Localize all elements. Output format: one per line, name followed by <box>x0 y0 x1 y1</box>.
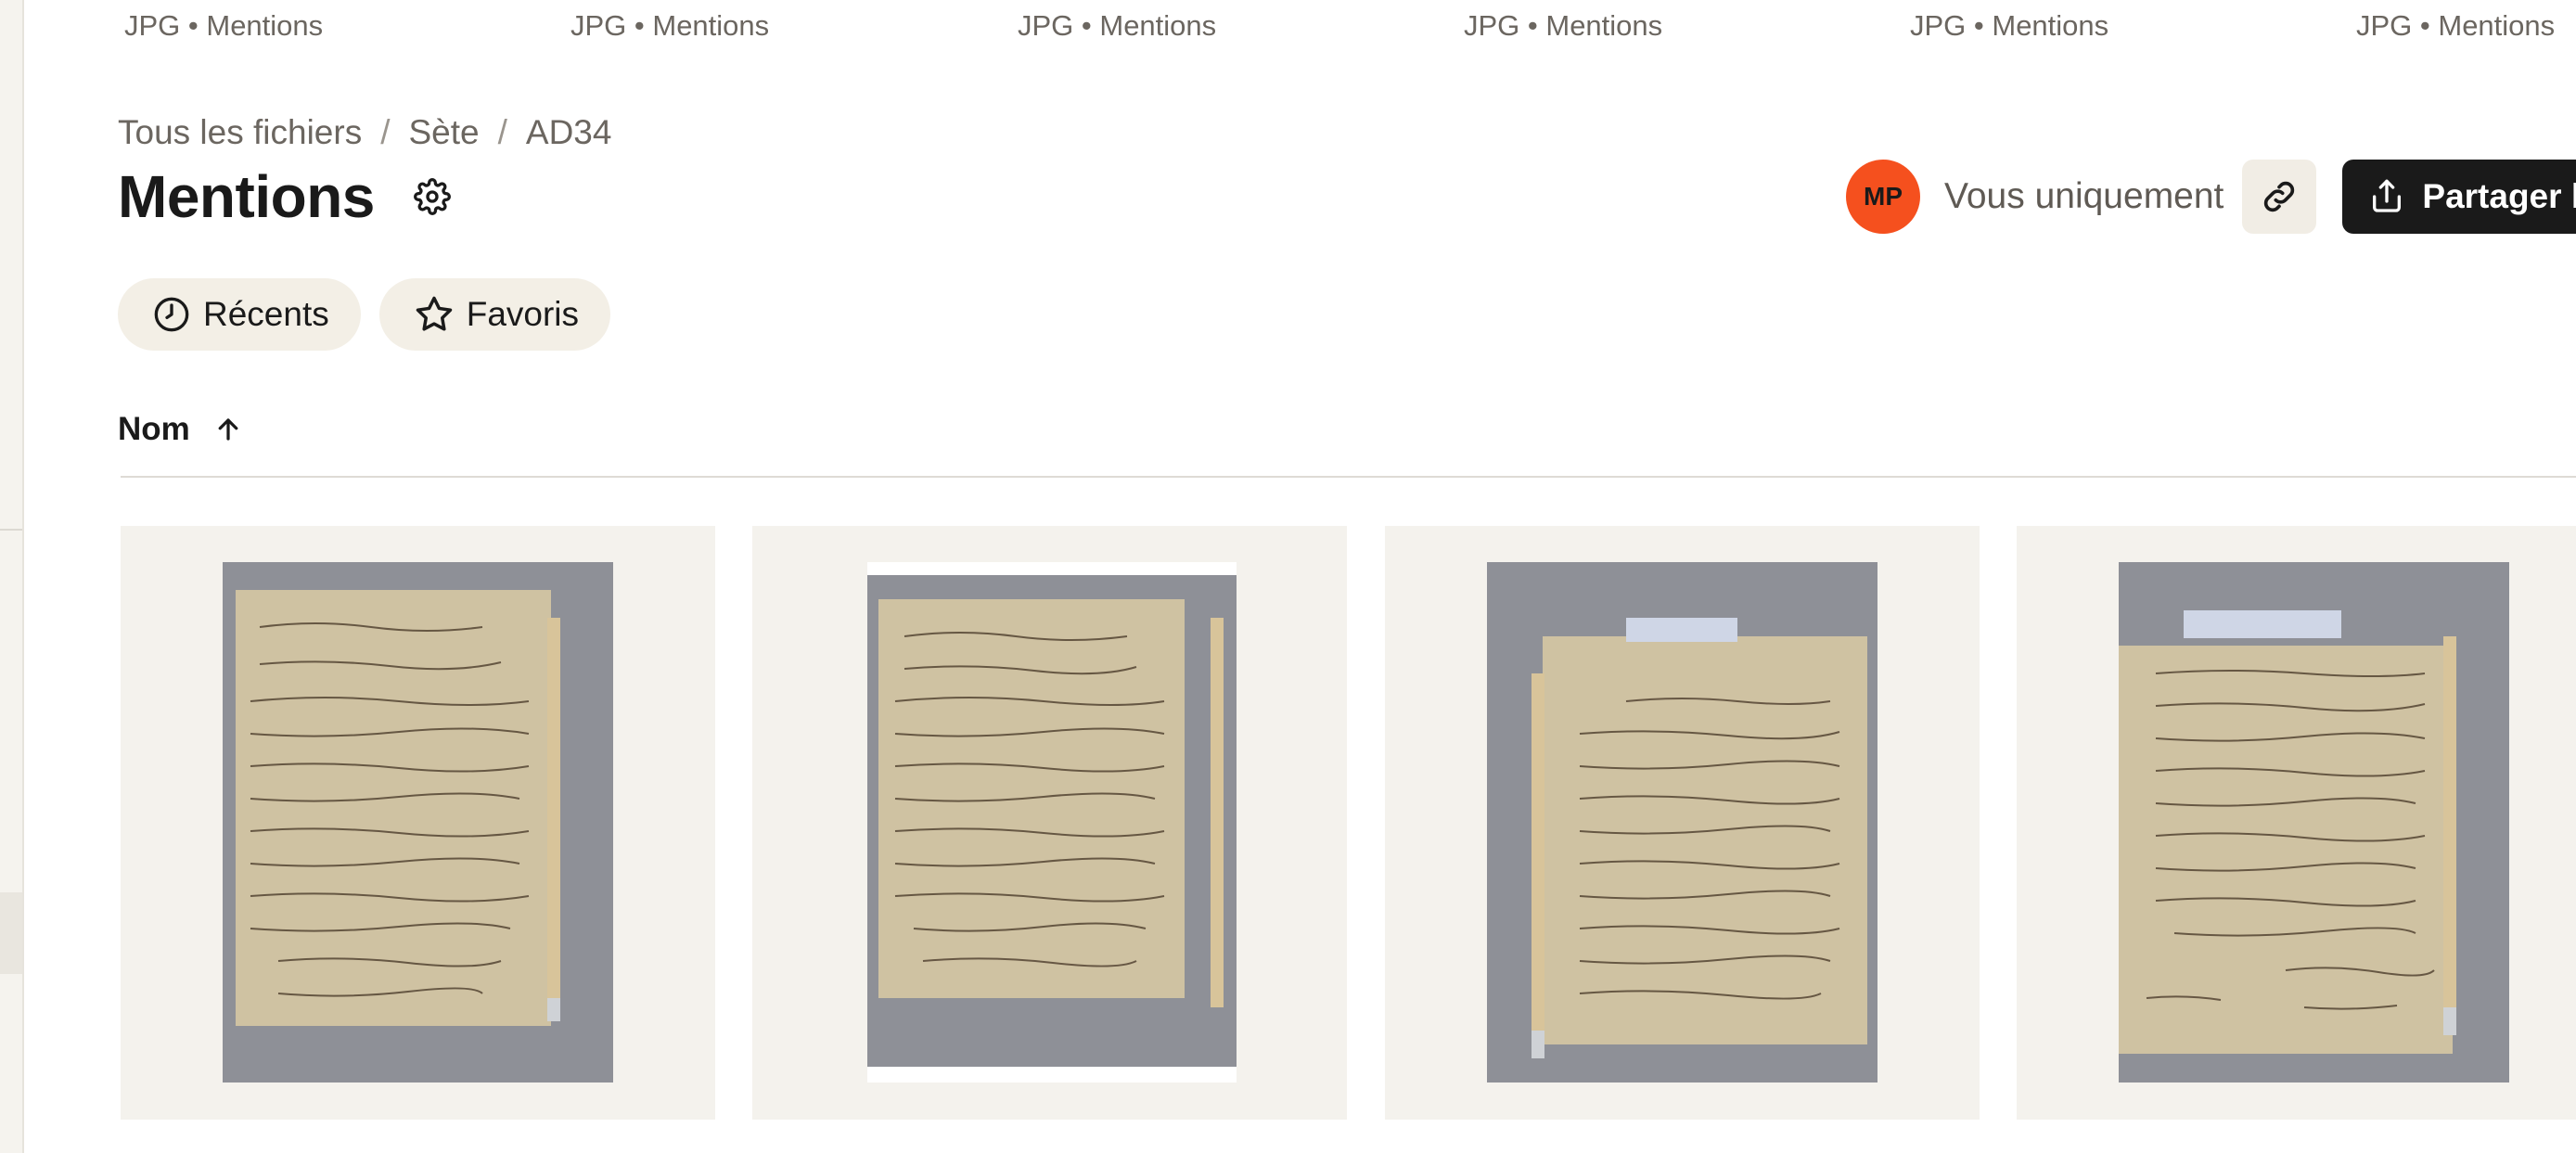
file-card[interactable] <box>752 526 1347 1120</box>
title-row: Mentions <box>118 162 453 231</box>
file-meta: JPG • Mentions <box>124 9 324 42</box>
page-title: Mentions <box>118 163 375 230</box>
sort-by-name-button[interactable]: Nom <box>118 411 242 448</box>
copy-link-button[interactable] <box>2242 160 2317 234</box>
breadcrumb-item-ad34[interactable]: AD34 <box>526 113 612 152</box>
filter-recent-label: Récents <box>203 295 329 333</box>
sidebar-divider <box>0 529 22 531</box>
filter-favorites-label: Favoris <box>466 295 580 333</box>
file-card[interactable] <box>1385 526 1980 1120</box>
filter-favorites-button[interactable]: Favoris <box>378 278 611 351</box>
file-meta: JPG • Mentions <box>1018 9 1217 42</box>
breadcrumb: Tous les fichiers / Sète / AD34 <box>118 113 611 152</box>
image-thumbnail <box>1487 562 1878 1083</box>
previous-row-meta: JPG • Mentions JPG • Mentions JPG • Ment… <box>0 9 2576 46</box>
image-thumbnail <box>867 562 1237 1083</box>
share-button-label: Partager le <box>2422 177 2576 215</box>
sort-label: Nom <box>118 411 190 447</box>
avatar[interactable]: MP <box>1846 160 1920 234</box>
arrow-up-icon <box>218 418 238 441</box>
breadcrumb-item-all-files[interactable]: Tous les fichiers <box>118 113 362 152</box>
file-meta: JPG • Mentions <box>2356 9 2556 42</box>
share-icon <box>2373 179 2402 212</box>
gear-icon[interactable] <box>412 176 453 217</box>
visibility-label[interactable]: Vous uniquement <box>1944 176 2224 217</box>
file-card[interactable] <box>2017 526 2576 1120</box>
image-thumbnail <box>223 562 613 1083</box>
breadcrumb-separator: / <box>380 113 391 151</box>
file-meta: JPG • Mentions <box>1910 9 2109 42</box>
image-thumbnail <box>2119 562 2509 1083</box>
sidebar-edge <box>0 0 24 1153</box>
breadcrumb-separator: / <box>497 113 507 151</box>
share-button[interactable]: Partager le <box>2342 160 2576 234</box>
file-meta: JPG • Mentions <box>1464 9 1663 42</box>
file-card[interactable] <box>121 526 715 1120</box>
file-meta: JPG • Mentions <box>570 9 770 42</box>
breadcrumb-item-sete[interactable]: Sète <box>409 113 480 152</box>
sidebar-active-item[interactable] <box>0 892 22 974</box>
star-icon <box>416 296 452 331</box>
header-divider <box>121 476 2576 478</box>
clock-icon <box>154 297 189 332</box>
filter-recent-button[interactable]: Récents <box>118 278 361 351</box>
filter-chips: Récents Favoris <box>118 278 629 351</box>
link-icon <box>2264 181 2295 212</box>
share-area: MP Vous uniquement Partager le <box>1846 160 2576 234</box>
